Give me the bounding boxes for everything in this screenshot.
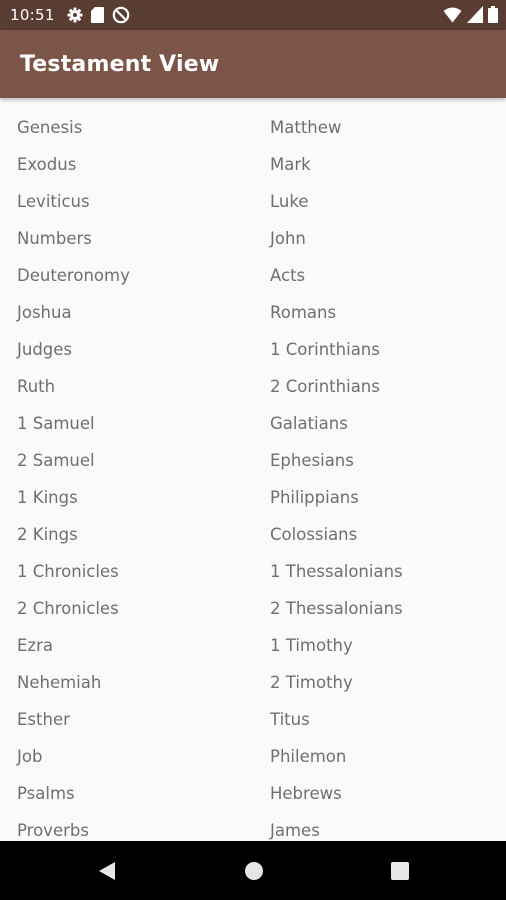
new-testament-book-item[interactable]: Mark [270, 146, 403, 183]
old-testament-book-item[interactable]: Esther [17, 701, 130, 738]
new-testament-book-item[interactable]: 1 Thessalonians [270, 553, 403, 590]
new-testament-book-item[interactable]: James [270, 812, 403, 841]
new-testament-book-item[interactable]: Hebrews [270, 775, 403, 812]
new-testament-book-item[interactable]: 2 Timothy [270, 664, 403, 701]
signal-icon [467, 6, 483, 23]
status-left-icons [67, 6, 130, 24]
status-bar: 10:51 [0, 0, 506, 30]
status-right-icons [443, 6, 498, 23]
old-testament-book-item[interactable]: 1 Chronicles [17, 553, 130, 590]
new-testament-book-item[interactable]: Galatians [270, 405, 403, 442]
new-testament-list: Matthew Mark Luke John Acts Romans 1 Corinthia… [270, 109, 403, 841]
old-testament-book-item[interactable]: Deuteronomy [17, 257, 130, 294]
new-testament-book-item[interactable]: Colossians [270, 516, 403, 553]
old-testament-book-item[interactable]: Numbers [17, 220, 130, 257]
home-icon[interactable] [243, 860, 265, 882]
back-icon[interactable] [95, 860, 117, 882]
old-testament-book-item[interactable]: Proverbs [17, 812, 130, 841]
old-testament-book-item[interactable]: Joshua [17, 294, 130, 331]
new-testament-book-item[interactable]: Ephesians [270, 442, 403, 479]
new-testament-book-item[interactable]: Luke [270, 183, 403, 220]
new-testament-book-item[interactable]: 1 Timothy [270, 627, 403, 664]
gear-icon [67, 7, 83, 23]
do-not-disturb-icon [112, 6, 130, 24]
sd-card-icon [91, 7, 104, 23]
status-time: 10:51 [10, 6, 55, 24]
old-testament-book-item[interactable]: Ezra [17, 627, 130, 664]
wifi-icon [443, 6, 462, 23]
old-testament-book-item[interactable]: Psalms [17, 775, 130, 812]
old-testament-book-item[interactable]: Leviticus [17, 183, 130, 220]
new-testament-book-item[interactable]: Matthew [270, 109, 403, 146]
new-testament-book-item[interactable]: Romans [270, 294, 403, 331]
new-testament-book-item[interactable]: Titus [270, 701, 403, 738]
old-testament-book-item[interactable]: Job [17, 738, 130, 775]
page-title: Testament View [20, 52, 220, 77]
new-testament-book-item[interactable]: Philemon [270, 738, 403, 775]
battery-icon [488, 6, 498, 23]
screen: 10:51 Testament View Genesis Exodus Levi… [0, 0, 506, 900]
old-testament-book-item[interactable]: Exodus [17, 146, 130, 183]
new-testament-book-item[interactable]: Philippians [270, 479, 403, 516]
old-testament-book-item[interactable]: 2 Samuel [17, 442, 130, 479]
new-testament-book-item[interactable]: John [270, 220, 403, 257]
old-testament-book-item[interactable]: Ruth [17, 368, 130, 405]
old-testament-book-item[interactable]: 2 Kings [17, 516, 130, 553]
old-testament-book-item[interactable]: 1 Samuel [17, 405, 130, 442]
books-content[interactable]: Genesis Exodus Leviticus Numbers Deuteronomy… [0, 98, 506, 841]
old-testament-book-item[interactable]: 1 Kings [17, 479, 130, 516]
old-testament-book-item[interactable]: 2 Chronicles [17, 590, 130, 627]
app-bar: Testament View [0, 30, 506, 98]
old-testament-book-item[interactable]: Genesis [17, 109, 130, 146]
old-testament-book-item[interactable]: Nehemiah [17, 664, 130, 701]
navigation-bar [0, 841, 506, 900]
new-testament-book-item[interactable]: 2 Corinthians [270, 368, 403, 405]
recent-apps-icon[interactable] [389, 860, 411, 882]
old-testament-list: Genesis Exodus Leviticus Numbers Deuteronomy… [17, 109, 130, 841]
old-testament-book-item[interactable]: Judges [17, 331, 130, 368]
new-testament-book-item[interactable]: Acts [270, 257, 403, 294]
new-testament-book-item[interactable]: 2 Thessalonians [270, 590, 403, 627]
new-testament-book-item[interactable]: 1 Corinthians [270, 331, 403, 368]
